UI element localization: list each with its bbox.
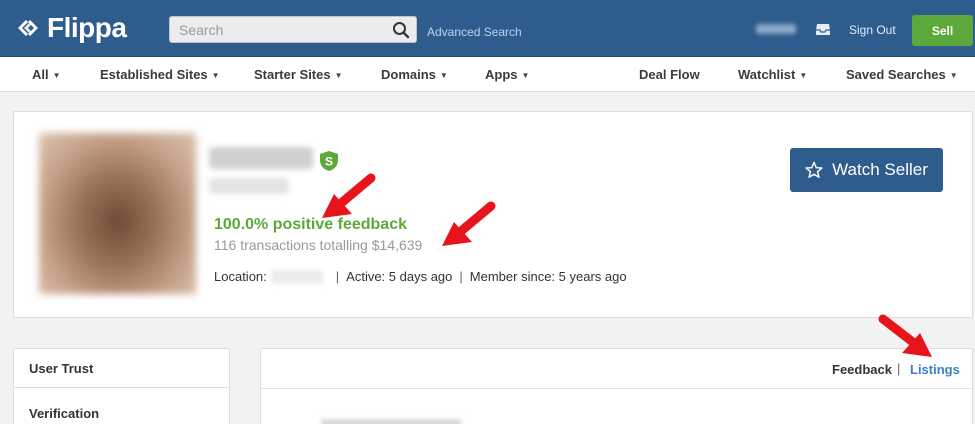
nav-all[interactable]: All ▼ [32,67,61,82]
inbox-icon[interactable] [815,22,831,36]
tab-feedback[interactable]: Feedback [832,362,892,377]
watch-seller-button[interactable]: Watch Seller [790,148,943,192]
chevron-down-icon: ▼ [439,71,448,81]
nav-apps[interactable]: Apps ▼ [485,67,529,82]
nav-apps-label: Apps [485,67,518,82]
avatar [39,133,196,294]
nav-deal-flow[interactable]: Deal Flow [639,67,700,82]
nav-watchlist-label: Watchlist [738,67,796,82]
nav-domains[interactable]: Domains ▼ [381,67,448,82]
logo-text: Flippa [47,12,127,43]
nav-established-sites[interactable]: Established Sites ▼ [100,67,220,82]
divider [14,387,229,388]
content-preview-cutoff [321,419,461,424]
profile-content-panel: Feedback | Listings [260,348,973,424]
location-redacted [270,269,323,284]
sidebar-item-verification[interactable]: Verification [29,406,99,421]
nav-all-label: All [32,67,49,82]
nav-saved-searches[interactable]: Saved Searches ▼ [846,67,958,82]
user-trust-sidebar: User Trust Verification [13,348,230,424]
tab-listings[interactable]: Listings [910,362,960,377]
sidebar-item-user-trust: User Trust [29,361,94,376]
chevron-down-icon: ▼ [211,71,220,81]
main-nav: All ▼ Established Sites ▼ Starter Sites ▼ D… [0,57,975,92]
nav-domains-label: Domains [381,67,436,82]
verified-badge-letter: S [325,155,333,169]
watch-seller-label: Watch Seller [832,160,928,179]
chevron-down-icon: ▼ [521,71,530,81]
advanced-search-link[interactable]: Advanced Search [427,25,522,39]
seller-name-redacted [209,147,313,169]
seller-meta: Location: | Active: 5 days ago | Member … [214,269,627,284]
active-status: Active: 5 days ago [346,269,453,284]
divider [261,388,972,389]
username-redacted[interactable] [756,24,796,34]
annotation-arrow-listings [878,314,932,357]
top-header-bar: Flippa Advanced Search Sign Out Sell [0,0,975,57]
seller-subtitle-redacted [209,178,289,194]
annotation-arrow-feedback [322,173,376,218]
positive-feedback: 100.0% positive feedback [214,216,407,233]
nav-watchlist[interactable]: Watchlist ▼ [738,67,807,82]
chevron-down-icon: ▼ [799,71,808,81]
chevron-down-icon: ▼ [334,71,343,81]
member-since: Member since: 5 years ago [469,269,627,284]
verified-shield-icon: S [320,151,338,171]
sign-out-link[interactable]: Sign Out [849,23,896,37]
chevron-down-icon: ▼ [52,71,61,81]
tab-separator: | [897,361,901,376]
location-label: Location: [214,269,267,284]
annotation-arrow-transactions [442,201,496,246]
nav-deal-flow-label: Deal Flow [639,67,700,82]
nav-established-sites-label: Established Sites [100,67,208,82]
search-icon[interactable] [392,21,410,39]
sell-button[interactable]: Sell [912,15,973,46]
flippa-logo-icon [18,20,38,36]
separator: | [335,269,340,284]
chevron-down-icon: ▼ [949,71,958,81]
transactions-total: 116 transactions totalling $14,639 [214,237,423,253]
nav-saved-searches-label: Saved Searches [846,67,946,82]
star-icon [805,161,823,179]
separator: | [459,269,463,284]
nav-starter-sites-label: Starter Sites [254,67,331,82]
search-input[interactable] [170,17,390,42]
nav-starter-sites[interactable]: Starter Sites ▼ [254,67,343,82]
flippa-logo[interactable]: Flippa [12,12,127,44]
search-box [169,16,417,43]
